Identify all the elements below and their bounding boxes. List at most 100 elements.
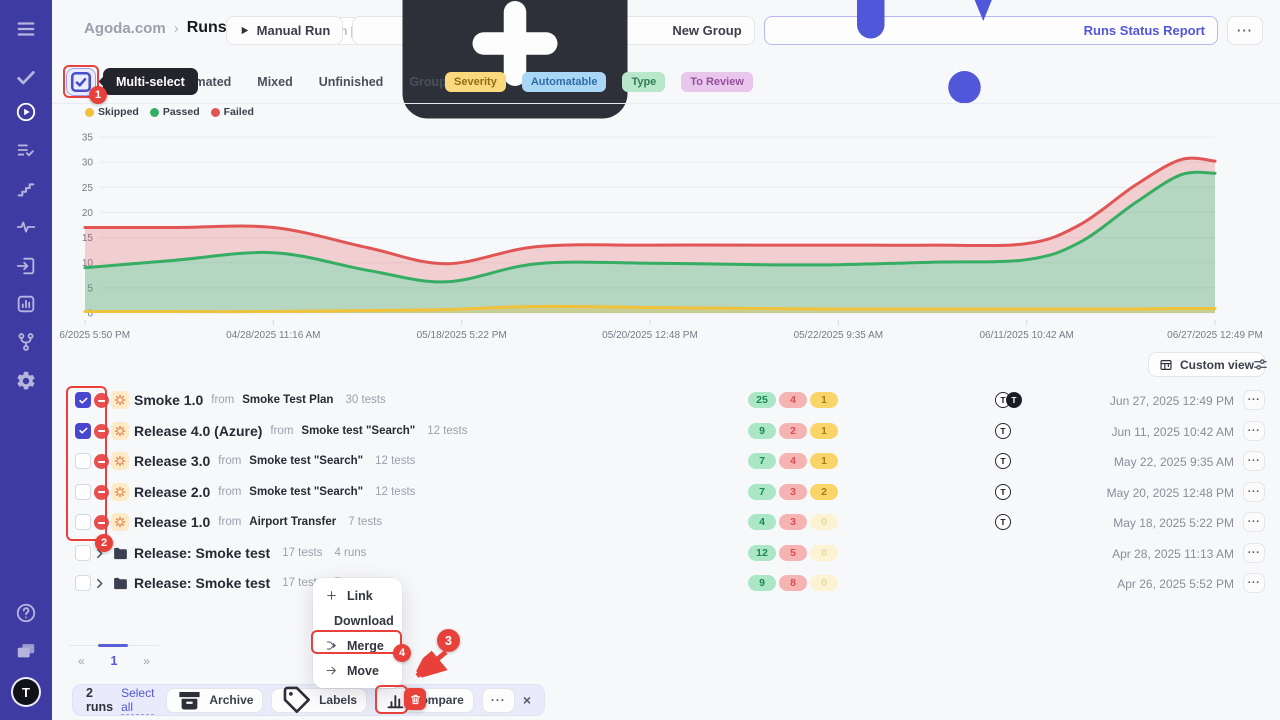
run-row[interactable]: Release 1.0fromAirport Transfer7 tests 4…: [0, 507, 1280, 538]
page-title: Runs: [187, 19, 227, 37]
expand-chevron-icon[interactable]: [93, 547, 106, 560]
menu-item-merge[interactable]: Merge: [313, 633, 402, 658]
settings-gear-icon[interactable]: [14, 369, 38, 393]
failed-status-icon: [94, 424, 109, 439]
activity-icon[interactable]: [14, 215, 38, 239]
run-group-row[interactable]: Release: Smoke test17 tests7 runs 9 8 0 …: [0, 568, 1280, 599]
play-icon: [239, 25, 250, 36]
annotation-badge-3: 3: [437, 629, 460, 652]
filter-tag-type[interactable]: Type: [622, 72, 665, 92]
labels-button[interactable]: Labels: [271, 688, 367, 713]
row-more-button[interactable]: ···: [1243, 573, 1265, 593]
run-plan-name[interactable]: Airport Transfer: [249, 516, 336, 528]
skipped-badge: 1: [810, 453, 838, 469]
filter-tags: Severity Automatable Type To Review: [445, 62, 753, 102]
steps-icon[interactable]: [14, 177, 38, 201]
run-plan-name[interactable]: Smoke Test Plan: [242, 394, 333, 406]
row-more-button[interactable]: ···: [1243, 421, 1265, 441]
row-checkbox[interactable]: [75, 545, 91, 561]
run-name[interactable]: Release: Smoke test: [134, 545, 270, 561]
breadcrumb-project[interactable]: Agoda.com: [84, 20, 166, 37]
filter-tag-automatable[interactable]: Automatable: [522, 72, 607, 92]
run-plan-name[interactable]: Smoke test "Search": [249, 486, 363, 498]
avatar: T: [995, 423, 1011, 439]
run-name[interactable]: Release 3.0: [134, 453, 210, 469]
run-name[interactable]: Release 2.0: [134, 484, 210, 500]
tab-unfinished[interactable]: Unfinished: [319, 75, 384, 89]
menu-item-label: Merge: [347, 639, 384, 653]
manual-run-button[interactable]: Manual Run: [226, 16, 344, 45]
group-folder-icon: [112, 545, 129, 562]
run-name[interactable]: Release 1.0: [134, 514, 210, 530]
menu-icon[interactable]: [14, 17, 38, 41]
help-icon[interactable]: [14, 601, 38, 625]
close-action-bar-button[interactable]: ×: [523, 692, 531, 708]
failed-status-icon: [94, 454, 109, 469]
row-checkbox[interactable]: [75, 453, 91, 469]
report-chart-icon[interactable]: [14, 292, 38, 316]
custom-view-button[interactable]: Custom view: [1148, 352, 1265, 377]
bulk-actions-context-menu: Link Download Merge Move: [313, 578, 402, 688]
x-tick-label: 05/22/2025 9:35 AM: [794, 330, 884, 341]
menu-item-download[interactable]: Download: [313, 608, 402, 633]
archive-label: Archive: [209, 693, 253, 707]
row-checkbox[interactable]: [75, 575, 91, 591]
play-circle-icon[interactable]: [14, 100, 38, 124]
projects-folders-icon[interactable]: [14, 639, 38, 663]
menu-item-link[interactable]: Link: [313, 583, 402, 608]
row-checkbox[interactable]: [75, 423, 91, 439]
run-date: Apr 26, 2025 5:52 PM: [1117, 577, 1234, 591]
run-group-row[interactable]: Release: Smoke test17 tests4 runs 12 5 0…: [0, 538, 1280, 569]
row-checkbox[interactable]: [75, 392, 91, 408]
row-checkbox[interactable]: [75, 484, 91, 500]
legend-dot: [150, 108, 159, 117]
check-icon[interactable]: [14, 65, 38, 89]
new-group-button[interactable]: New Group: [352, 16, 754, 45]
run-row[interactable]: Smoke 1.0fromSmoke Test Plan30 tests 25 …: [0, 385, 1280, 416]
row-more-button[interactable]: ···: [1243, 390, 1265, 410]
filter-tag-severity[interactable]: Severity: [445, 72, 506, 92]
filter-tag-to-review[interactable]: To Review: [681, 72, 753, 92]
list-settings-icon[interactable]: [1252, 356, 1269, 373]
run-burst-icon: [111, 422, 129, 440]
run-plan-name[interactable]: Smoke test "Search": [301, 425, 415, 437]
pagination-next[interactable]: »: [143, 654, 150, 668]
passed-badge: 9: [748, 423, 776, 439]
new-group-label: New Group: [672, 23, 741, 38]
bulk-action-bar: 2 runs Select all Archive Labels Compare…: [72, 684, 545, 716]
workspace-logo[interactable]: T: [13, 679, 39, 705]
failed-badge: 3: [779, 514, 807, 530]
row-more-button[interactable]: ···: [1243, 451, 1265, 471]
runs-status-report-button[interactable]: Runs Status Report: [764, 16, 1218, 45]
y-tick-label: 20: [82, 208, 94, 219]
run-row[interactable]: Release 2.0fromSmoke test "Search"12 tes…: [0, 477, 1280, 508]
compare-label: Compare: [412, 693, 464, 707]
run-plan-name[interactable]: Smoke test "Search": [249, 455, 363, 467]
header-more-button[interactable]: ···: [1227, 16, 1263, 45]
tab-mixed[interactable]: Mixed: [257, 75, 292, 89]
labels-label: Labels: [319, 693, 357, 707]
list-check-icon[interactable]: [14, 138, 38, 162]
run-name[interactable]: Release 4.0 (Azure): [134, 423, 262, 439]
result-badges: 9 8 0: [748, 575, 838, 591]
run-row[interactable]: Release 3.0fromSmoke test "Search"12 tes…: [0, 446, 1280, 477]
archive-button[interactable]: Archive: [166, 688, 263, 713]
x-tick-label: 06/27/2025 12:49 PM: [1167, 330, 1263, 341]
expand-chevron-icon[interactable]: [93, 577, 106, 590]
multi-select-tooltip: Multi-select: [103, 68, 198, 95]
bulk-more-button[interactable]: ···: [482, 688, 515, 713]
pagination-page-1[interactable]: 1: [111, 654, 118, 668]
menu-item-move[interactable]: Move: [313, 658, 402, 683]
run-row[interactable]: Release 4.0 (Azure)fromSmoke test "Searc…: [0, 416, 1280, 447]
row-more-button[interactable]: ···: [1243, 543, 1265, 563]
run-name[interactable]: Smoke 1.0: [134, 392, 203, 408]
select-all-link[interactable]: Select all: [121, 686, 154, 715]
import-icon[interactable]: [14, 254, 38, 278]
run-name[interactable]: Release: Smoke test: [134, 575, 270, 591]
row-more-button[interactable]: ···: [1243, 512, 1265, 532]
row-checkbox[interactable]: [75, 514, 91, 530]
pagination-prev[interactable]: «: [78, 654, 85, 668]
compare-button[interactable]: Compare: [375, 688, 474, 713]
branch-icon[interactable]: [14, 330, 38, 354]
row-more-button[interactable]: ···: [1243, 482, 1265, 502]
